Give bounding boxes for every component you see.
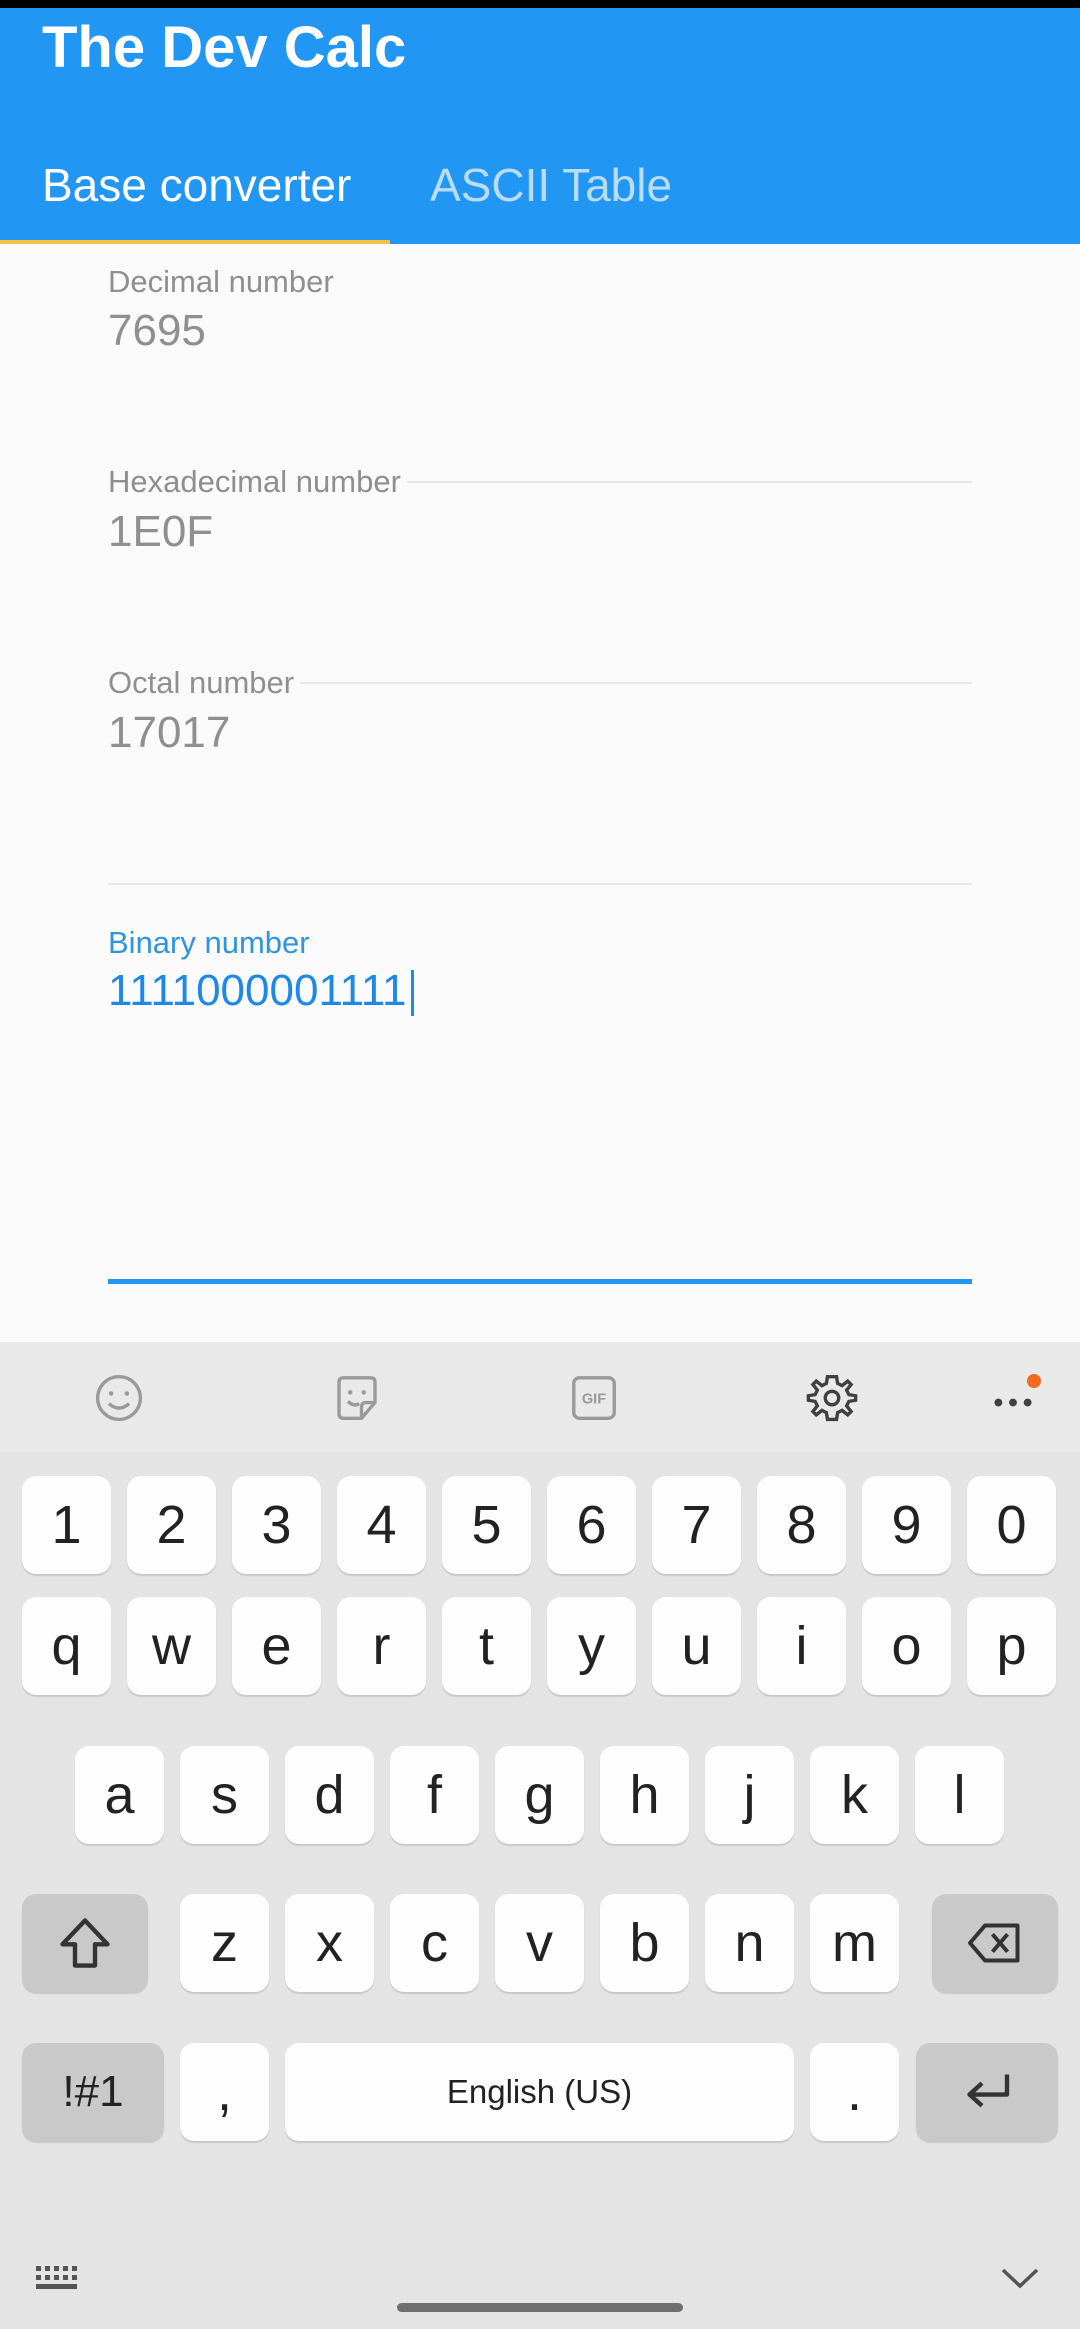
key-g[interactable]: g	[495, 1746, 584, 1844]
key-z[interactable]: z	[180, 1894, 269, 1992]
key-t[interactable]: t	[442, 1597, 531, 1695]
tab-ascii-table[interactable]: ASCII Table	[430, 158, 672, 212]
key-7[interactable]: 7	[652, 1476, 741, 1574]
key-5[interactable]: 5	[442, 1476, 531, 1574]
base-converter-form: Decimal number 7695 Hexadecimal number 1…	[0, 244, 1080, 1342]
binary-active-underline	[108, 1279, 972, 1284]
hexadecimal-field[interactable]: 1E0F	[108, 507, 213, 557]
comma-key[interactable]: ,	[180, 2043, 269, 2141]
key-0[interactable]: 0	[967, 1476, 1056, 1574]
app-title: The Dev Calc	[42, 15, 407, 80]
hexadecimal-label: Hexadecimal number	[108, 464, 407, 500]
backspace-key[interactable]	[932, 1894, 1058, 1992]
key-4[interactable]: 4	[337, 1476, 426, 1574]
key-b[interactable]: b	[600, 1894, 689, 1992]
key-r[interactable]: r	[337, 1597, 426, 1695]
shift-key[interactable]	[22, 1894, 148, 1992]
octal-field[interactable]: 17017	[108, 708, 230, 758]
key-i[interactable]: i	[757, 1597, 846, 1695]
key-x[interactable]: x	[285, 1894, 374, 1992]
binary-value: 1111000001111	[108, 966, 407, 1015]
enter-icon	[967, 2074, 1010, 2108]
svg-text:GIF: GIF	[582, 1392, 606, 1408]
text-cursor	[410, 970, 414, 1017]
key-s[interactable]: s	[180, 1746, 269, 1844]
key-k[interactable]: k	[810, 1746, 899, 1844]
shift-icon	[60, 1918, 110, 1968]
key-y[interactable]: y	[547, 1597, 636, 1695]
notification-dot	[1027, 1374, 1041, 1388]
key-n[interactable]: n	[705, 1894, 794, 1992]
key-2[interactable]: 2	[127, 1476, 216, 1574]
binary-top-divider	[108, 883, 972, 885]
binary-label: Binary number	[108, 925, 310, 960]
decimal-label: Decimal number	[108, 264, 334, 299]
emoji-icon[interactable]	[91, 1370, 147, 1426]
key-e[interactable]: e	[232, 1597, 321, 1695]
decimal-field[interactable]: 7695	[108, 306, 206, 356]
status-bar	[0, 0, 1080, 8]
tab-base-converter[interactable]: Base converter	[42, 158, 351, 212]
symbols-key[interactable]: !#1	[22, 2043, 164, 2141]
key-q[interactable]: q	[22, 1597, 111, 1695]
sticker-icon[interactable]	[329, 1370, 385, 1426]
key-h[interactable]: h	[600, 1746, 689, 1844]
keyboard-switch-icon[interactable]	[34, 2260, 86, 2301]
settings-icon[interactable]	[804, 1370, 860, 1426]
key-3[interactable]: 3	[232, 1476, 321, 1574]
period-key[interactable]: .	[810, 2043, 899, 2141]
key-9[interactable]: 9	[862, 1476, 951, 1574]
key-o[interactable]: o	[862, 1597, 951, 1695]
key-a[interactable]: a	[75, 1746, 164, 1844]
key-f[interactable]: f	[390, 1746, 479, 1844]
space-key[interactable]: English (US)	[285, 2043, 794, 2141]
binary-field[interactable]: 1111000001111	[108, 966, 414, 1017]
chevron-down-icon[interactable]	[999, 2262, 1041, 2297]
key-w[interactable]: w	[127, 1597, 216, 1695]
key-j[interactable]: j	[705, 1746, 794, 1844]
enter-key[interactable]	[916, 2043, 1058, 2141]
key-p[interactable]: p	[967, 1597, 1056, 1695]
soft-keyboard: GIF 1 2 3 4 5 6 7 8 9 0 q w e r t y u i …	[0, 1342, 1080, 2329]
key-6[interactable]: 6	[547, 1476, 636, 1574]
home-indicator[interactable]	[397, 2303, 683, 2312]
app-bar: The Dev Calc Base converter ASCII Table	[0, 8, 1080, 246]
key-8[interactable]: 8	[757, 1476, 846, 1574]
key-d[interactable]: d	[285, 1746, 374, 1844]
key-u[interactable]: u	[652, 1597, 741, 1695]
backspace-icon	[968, 1923, 1020, 1963]
key-l[interactable]: l	[915, 1746, 1004, 1844]
keyboard-toolbar: GIF	[0, 1342, 1080, 1452]
key-1[interactable]: 1	[22, 1476, 111, 1574]
gif-icon[interactable]: GIF	[566, 1370, 622, 1426]
more-icon[interactable]	[985, 1370, 1041, 1426]
key-c[interactable]: c	[390, 1894, 479, 1992]
key-m[interactable]: m	[810, 1894, 899, 1992]
key-v[interactable]: v	[495, 1894, 584, 1992]
octal-label: Octal number	[108, 665, 301, 701]
